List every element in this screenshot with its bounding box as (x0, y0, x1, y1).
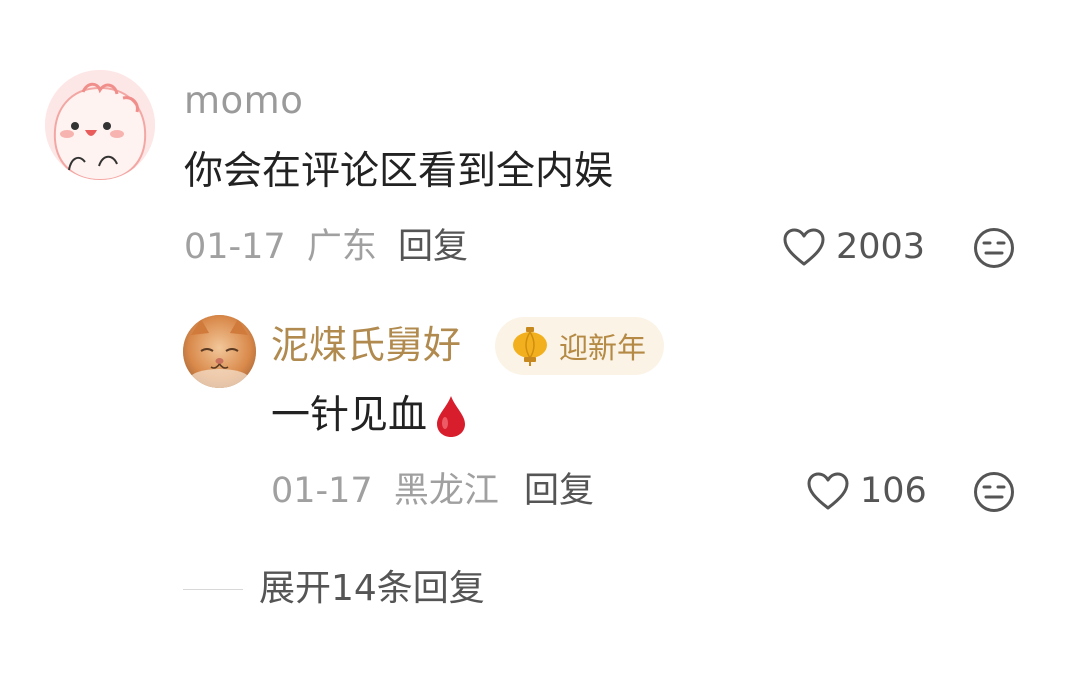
comment-date: 01-17 (184, 227, 286, 267)
reply-avatar[interactable] (183, 315, 256, 388)
reply-text-row: 一针见血 (271, 388, 469, 444)
comment-location: 广东 (306, 227, 377, 267)
reply-dislike-button[interactable] (973, 471, 1015, 517)
reply-button[interactable]: 回复 (398, 224, 468, 270)
reply-like-count: 106 (860, 471, 927, 511)
like-button[interactable]: 2003 (782, 224, 925, 270)
reply-like-button[interactable]: 106 (806, 468, 927, 514)
dislike-button[interactable] (973, 227, 1015, 273)
reply-location: 黑龙江 (393, 471, 499, 511)
orange-cat-avatar-image (183, 315, 256, 388)
reply-date: 01-17 (271, 471, 373, 511)
heart-outline-icon (783, 228, 825, 266)
expand-divider (183, 589, 243, 590)
reply-text: 一针见血 (271, 393, 428, 438)
pink-blob-avatar-image (45, 70, 155, 180)
reply-reply-button[interactable]: 回复 (524, 468, 594, 514)
commenter-avatar[interactable] (45, 70, 155, 180)
neutral-face-icon (974, 472, 1014, 512)
reply-meta: 01-17 黑龙江 (271, 468, 499, 514)
comment-meta: 01-17 广东 (184, 224, 377, 270)
reply-username[interactable]: 泥煤氏舅好 (271, 320, 461, 370)
neutral-face-icon (974, 228, 1014, 268)
expand-replies-button[interactable]: 展开14条回复 (259, 566, 485, 612)
blood-drop-emoji (437, 396, 466, 437)
new-year-badge[interactable]: 迎新年 (495, 317, 665, 375)
golden-lantern-icon (513, 327, 547, 366)
badge-label: 迎新年 (559, 331, 647, 365)
like-count: 2003 (836, 227, 926, 267)
commenter-username[interactable]: momo (184, 78, 303, 124)
heart-outline-icon (807, 472, 849, 510)
comment-text: 你会在评论区看到全内娱 (184, 149, 614, 194)
